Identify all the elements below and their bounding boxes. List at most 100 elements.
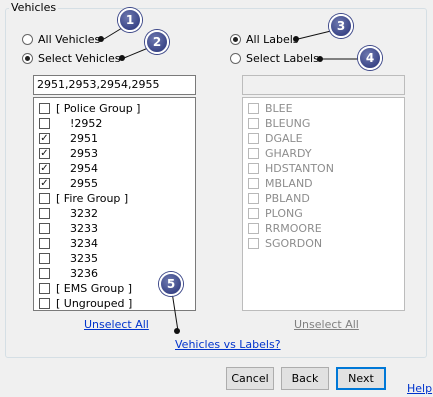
callout-2-anchor [119, 55, 125, 61]
callout-badge-5: 5 [159, 272, 183, 296]
list-item-label: 3236 [70, 267, 98, 280]
list-item[interactable]: !2952 [39, 116, 102, 131]
unselect-all-vehicles-link[interactable]: Unselect All [84, 318, 149, 331]
list-item[interactable]: ✓ 2955 [39, 176, 98, 191]
list-item-label: PBLAND [265, 192, 310, 205]
callout-badge-4: 4 [358, 46, 382, 70]
list-item[interactable]: 3233 [39, 221, 98, 236]
radio-select-labels-label: Select Labels [246, 51, 319, 65]
labels-listbox[interactable]: BLEE BLEUNG DGALE GHARDY HDSTANTON MBLAND PBLA… [242, 97, 405, 311]
checkbox[interactable] [39, 103, 50, 114]
checkbox[interactable] [39, 283, 50, 294]
list-item[interactable]: ✓ 2953 [39, 146, 98, 161]
list-item[interactable]: [ EMS Group ] [39, 281, 132, 296]
list-item-label: RRMOORE [265, 222, 322, 235]
list-item-label: HDSTANTON [265, 162, 334, 175]
checkbox-checked[interactable]: ✓ [39, 163, 50, 174]
checkbox[interactable] [39, 268, 50, 279]
list-item[interactable]: 3235 [39, 251, 98, 266]
checkbox-checked[interactable]: ✓ [39, 178, 50, 189]
checkbox[interactable] [39, 193, 50, 204]
checkbox[interactable] [248, 163, 259, 174]
list-item-label: BLEUNG [265, 117, 311, 130]
checkbox[interactable] [248, 208, 259, 219]
list-item-label: 3235 [70, 252, 98, 265]
checkbox[interactable] [248, 103, 259, 114]
radio-select-vehicles-indicator [22, 52, 33, 64]
list-item-label: [ Ungrouped ] [56, 297, 133, 310]
checkbox-checked[interactable]: ✓ [39, 133, 50, 144]
cancel-button[interactable]: Cancel [226, 367, 274, 390]
vehicles-vs-labels-link[interactable]: Vehicles vs Labels? [175, 338, 281, 351]
list-item[interactable]: MBLAND [248, 176, 313, 191]
list-item[interactable]: [ Fire Group ] [39, 191, 128, 206]
list-item-label: MBLAND [265, 177, 313, 190]
list-item-label: 3233 [70, 222, 98, 235]
checkbox[interactable] [39, 238, 50, 249]
checkbox[interactable] [39, 118, 50, 129]
checkbox[interactable] [248, 133, 259, 144]
callout-3-anchor [293, 36, 299, 42]
checkbox[interactable] [248, 178, 259, 189]
radio-all-labels[interactable]: All Labels [230, 32, 299, 46]
checkbox[interactable] [248, 223, 259, 234]
checkbox[interactable] [248, 118, 259, 129]
list-item[interactable]: GHARDY [248, 146, 312, 161]
list-item-label: DGALE [265, 132, 303, 145]
list-item[interactable]: BLEE [248, 101, 293, 116]
back-button[interactable]: Back [281, 367, 329, 390]
radio-select-vehicles[interactable]: Select Vehicles [22, 51, 121, 65]
checkbox[interactable] [39, 298, 50, 309]
radio-select-vehicles-label: Select Vehicles [38, 51, 121, 65]
list-item[interactable]: ✓ 2951 [39, 131, 98, 146]
list-item-label: [ Fire Group ] [56, 192, 129, 205]
help-link[interactable]: Help [407, 382, 432, 395]
list-item-label: 2953 [70, 147, 98, 160]
list-item[interactable]: [ Ungrouped ] [39, 296, 133, 310]
callout-badge-1: 1 [118, 8, 142, 32]
list-item[interactable]: ✓ 2954 [39, 161, 98, 176]
list-item-label: PLONG [265, 207, 303, 220]
checkbox-checked[interactable]: ✓ [39, 148, 50, 159]
list-item-label: [ Police Group ] [56, 102, 141, 115]
checkbox[interactable] [248, 238, 259, 249]
list-item[interactable]: SGORDON [248, 236, 322, 251]
list-item[interactable]: HDSTANTON [248, 161, 334, 176]
callout-badge-3: 3 [329, 14, 353, 38]
label-filter-input[interactable] [242, 75, 405, 95]
list-item[interactable]: 3234 [39, 236, 98, 251]
checkbox[interactable] [39, 253, 50, 264]
radio-select-labels[interactable]: Select Labels [230, 51, 319, 65]
list-item-label: 2955 [70, 177, 98, 190]
radio-all-vehicles-label: All Vehicles [38, 32, 101, 46]
radio-all-labels-indicator [230, 33, 241, 45]
checkbox[interactable] [248, 148, 259, 159]
callout-1-anchor [98, 36, 104, 42]
list-item-label: 3234 [70, 237, 98, 250]
checkbox[interactable] [39, 208, 50, 219]
callout-4-anchor [317, 56, 323, 62]
list-item[interactable]: PLONG [248, 206, 303, 221]
list-item[interactable]: RRMOORE [248, 221, 322, 236]
next-button[interactable]: Next [336, 367, 386, 390]
radio-select-labels-indicator [230, 52, 241, 64]
unselect-all-labels-link[interactable]: Unselect All [294, 318, 359, 331]
radio-all-vehicles[interactable]: All Vehicles [22, 32, 100, 46]
list-item-label: 2954 [70, 162, 98, 175]
group-title: Vehicles [9, 1, 59, 14]
vehicle-filter-input[interactable]: 2951,2953,2954,2955 [33, 75, 196, 95]
checkbox[interactable] [39, 223, 50, 234]
list-item-label: BLEE [265, 102, 293, 115]
list-item-label: !2952 [70, 117, 103, 130]
list-item[interactable]: [ Police Group ] [39, 101, 140, 116]
list-item-label: 3232 [70, 207, 98, 220]
checkbox[interactable] [248, 193, 259, 204]
callout-5-anchor [174, 328, 180, 334]
list-item[interactable]: PBLAND [248, 191, 310, 206]
list-item[interactable]: 3232 [39, 206, 98, 221]
list-item[interactable]: DGALE [248, 131, 303, 146]
list-item[interactable]: BLEUNG [248, 116, 310, 131]
list-item-label: SGORDON [265, 237, 323, 250]
list-item[interactable]: 3236 [39, 266, 98, 281]
radio-all-labels-label: All Labels [246, 32, 299, 46]
